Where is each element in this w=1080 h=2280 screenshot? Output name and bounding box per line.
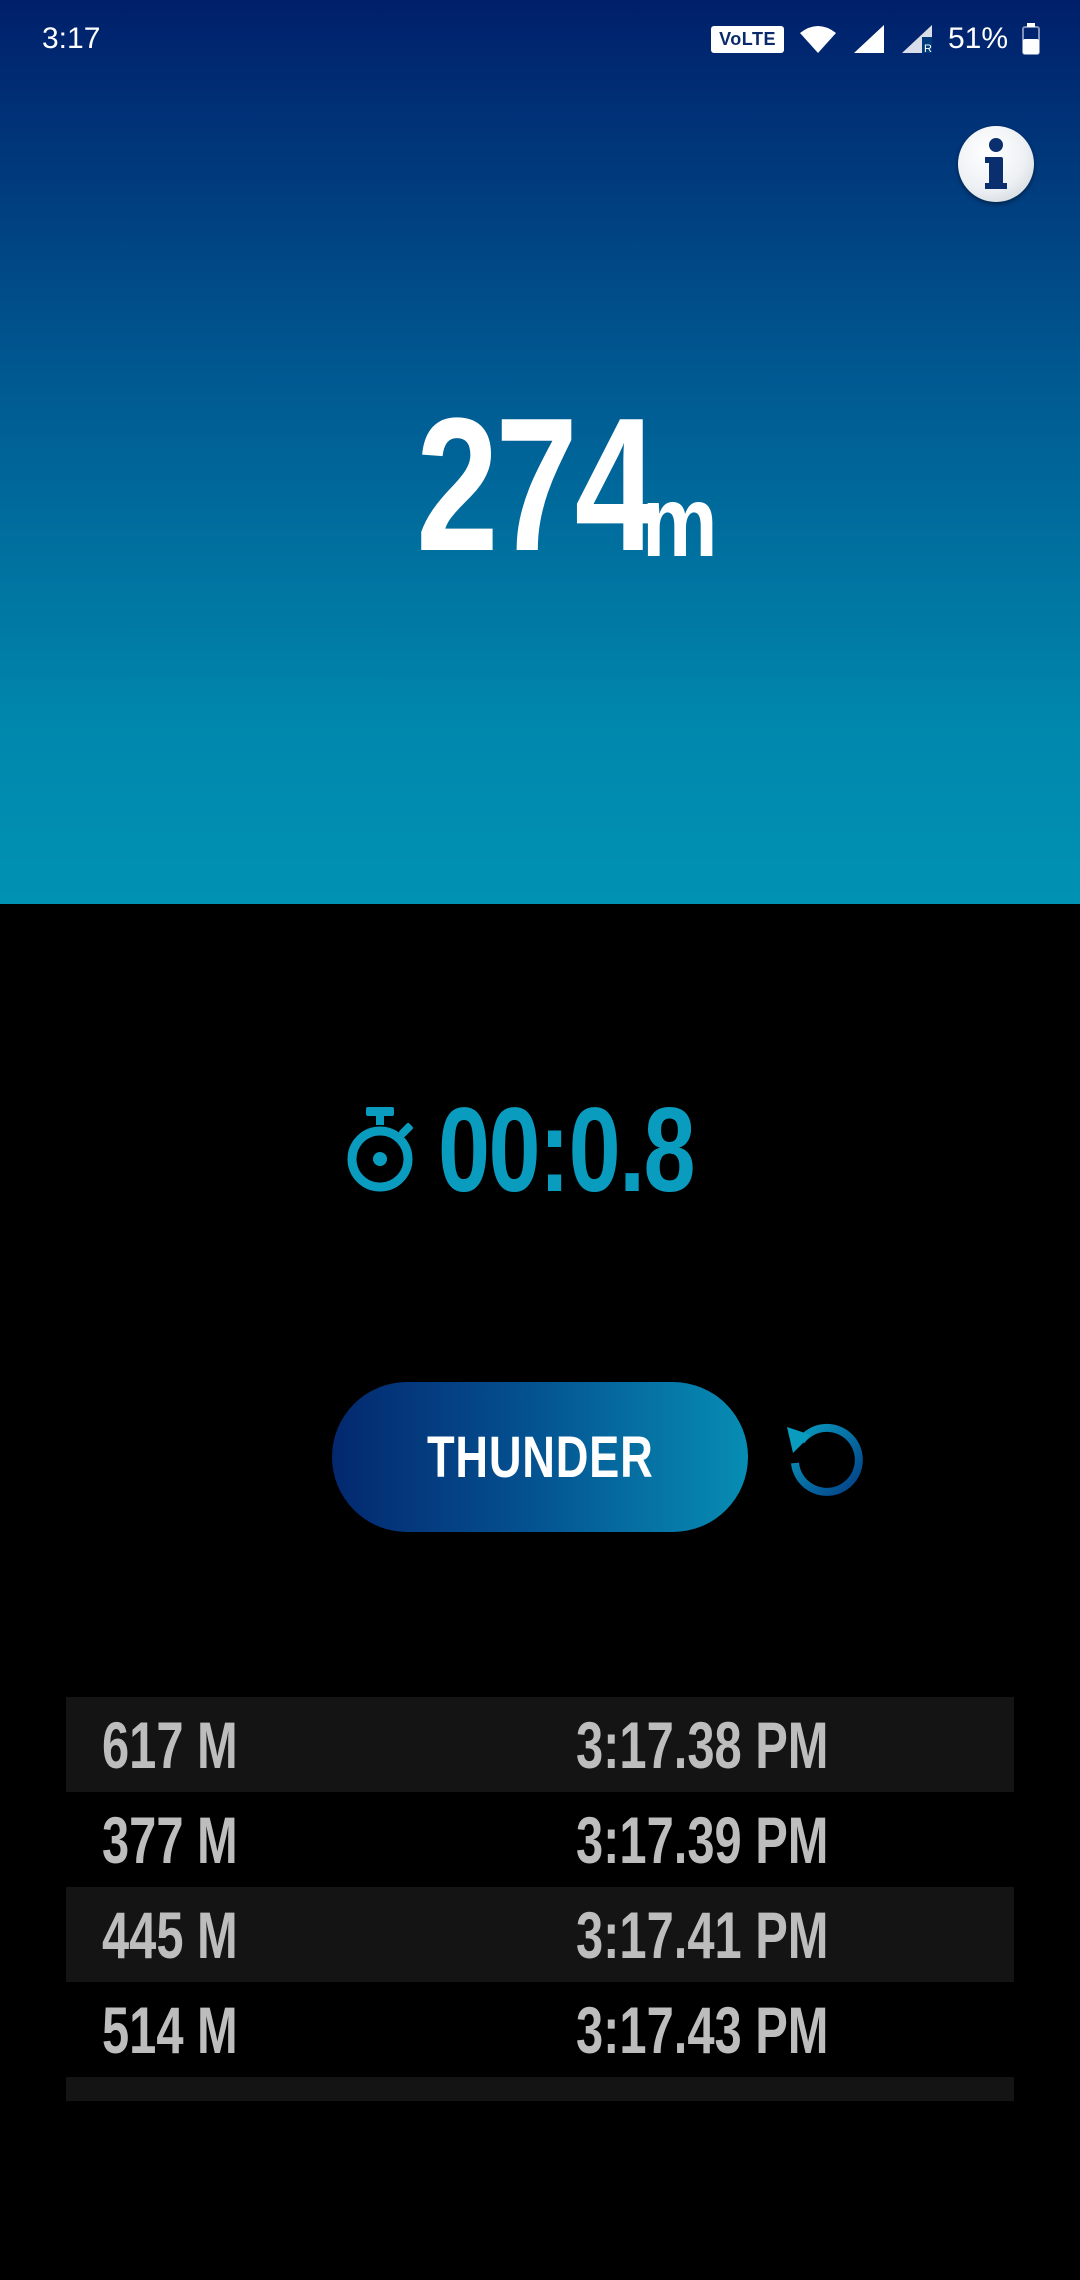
list-item: 437 M 3:17.44 PM (66, 2077, 1014, 2101)
timer-value: 00:0.8 (438, 1083, 696, 1217)
reset-button[interactable] (778, 1410, 874, 1506)
app-screen: 3:17 VoLTE R 51% 274 m 00:0.8 THUNDER 61… (0, 0, 1080, 2280)
record-time: 3:17.39 PM (576, 1803, 829, 1877)
list-item: 514 M 3:17.43 PM (66, 1982, 1014, 2077)
distance-readout: 274 m (0, 380, 1080, 580)
timer: 00:0.8 (0, 1090, 1080, 1210)
battery-icon (1022, 23, 1040, 55)
record-distance: 617 M (102, 1708, 238, 1782)
list-item: 445 M 3:17.41 PM (66, 1887, 1014, 1982)
record-time: 3:17.38 PM (576, 1708, 829, 1782)
status-icons: VoLTE R 51% (711, 22, 1040, 56)
battery-percentage: 51% (947, 22, 1008, 55)
reset-icon (787, 1423, 863, 1496)
thunder-button[interactable]: THUNDER (332, 1382, 748, 1532)
records-list[interactable]: 617 M 3:17.38 PM 377 M 3:17.39 PM 445 M … (66, 1697, 1014, 2101)
list-item: 617 M 3:17.38 PM (66, 1697, 1014, 1792)
thunder-button-label: THUNDER (426, 1424, 654, 1490)
record-time: 3:17.44 PM (576, 2085, 828, 2101)
record-distance: 445 M (102, 1898, 238, 1972)
distance-panel: 3:17 VoLTE R 51% 274 m (0, 0, 1080, 904)
record-distance: 514 M (102, 1993, 238, 2067)
stopwatch-icon (347, 1107, 413, 1192)
info-icon (985, 138, 1007, 189)
distance-value: 274 (416, 379, 657, 591)
record-distance: 377 M (102, 1803, 238, 1877)
wifi-icon (799, 26, 836, 53)
list-item: 377 M 3:17.39 PM (66, 1792, 1014, 1887)
record-time: 3:17.41 PM (576, 1898, 829, 1972)
signal-roaming-icon: R (901, 25, 932, 55)
svg-text:R: R (924, 43, 932, 55)
signal-icon (853, 25, 884, 53)
distance-unit: m (642, 466, 718, 578)
status-time: 3:17 (42, 22, 101, 55)
volte-icon: VoLTE (711, 25, 784, 53)
status-bar: 3:17 VoLTE R 51% (0, 0, 1080, 80)
record-distance: 437 M (102, 2085, 238, 2101)
info-button[interactable] (958, 126, 1034, 202)
record-time: 3:17.43 PM (576, 1993, 829, 2067)
